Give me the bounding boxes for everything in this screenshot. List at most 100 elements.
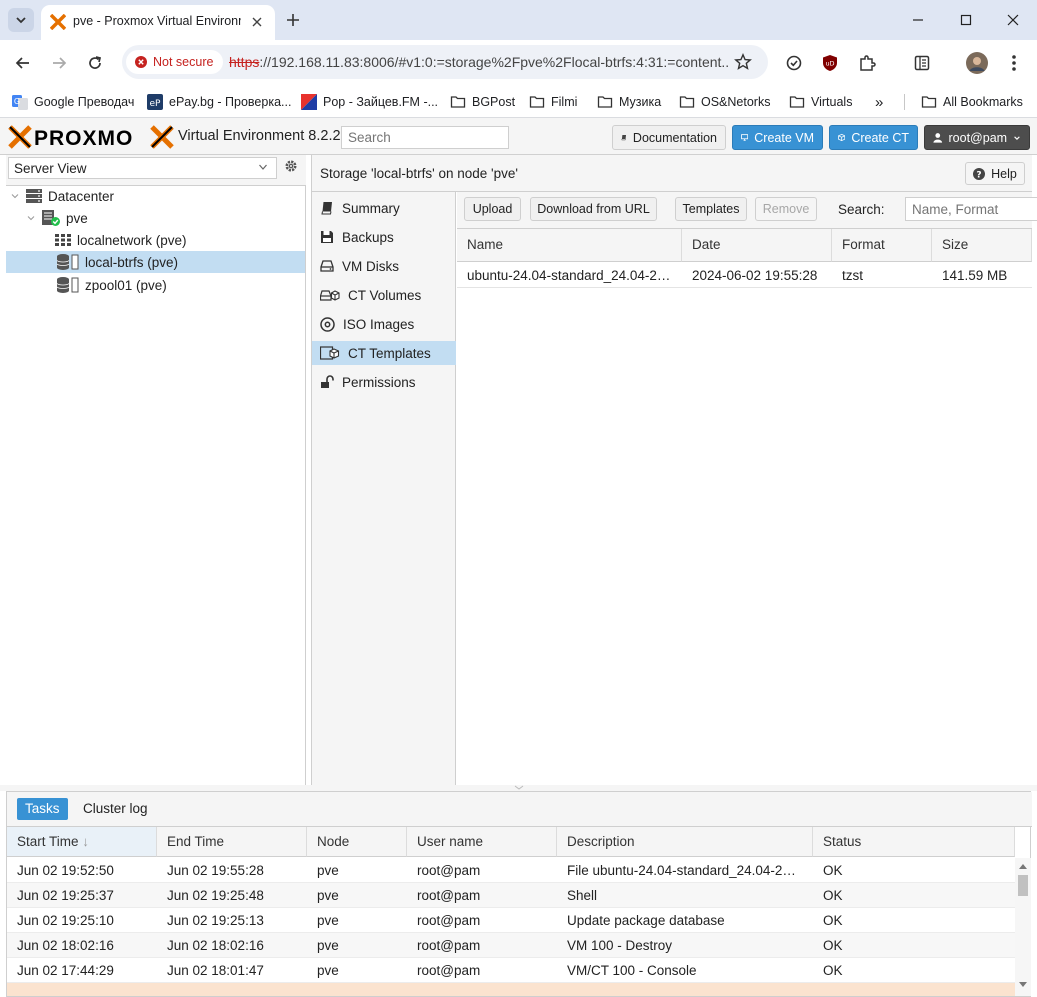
help-button[interactable]: ? Help [965, 162, 1025, 185]
folder-icon [789, 96, 805, 108]
column-header-node[interactable]: Node [307, 827, 407, 857]
chevron-down-icon [16, 17, 26, 24]
global-search-input[interactable] [341, 126, 509, 149]
window-close-icon[interactable] [1003, 10, 1023, 30]
menu-item-label: Summary [342, 200, 400, 216]
log-scrollbar[interactable] [1015, 858, 1031, 996]
remove-button[interactable]: Remove [755, 197, 817, 221]
ublock-icon[interactable]: uD [819, 52, 841, 74]
menu-item-iso-images[interactable]: ISO Images [312, 312, 456, 336]
browser-tab-active[interactable]: pve - Proxmox Virtual Environment [41, 5, 275, 40]
column-header-user[interactable]: User name [407, 827, 557, 857]
column-header-status[interactable]: Status [813, 827, 1015, 857]
create-vm-button[interactable]: Create VM [732, 125, 823, 150]
reading-list-icon[interactable] [911, 52, 933, 74]
menu-item-label: Backups [342, 229, 394, 245]
forward-icon[interactable] [48, 52, 70, 74]
epay-icon: eP [147, 94, 163, 110]
task-end: Jun 02 18:02:16 [167, 938, 264, 953]
column-header-description[interactable]: Description [557, 827, 813, 857]
svg-text:?: ? [977, 170, 982, 180]
profile-avatar[interactable] [966, 52, 988, 74]
column-header-start-time[interactable]: Start Time ↓ [7, 827, 157, 857]
version-label: Virtual Environment 8.2.2 [178, 128, 341, 144]
book-icon [621, 134, 627, 141]
tree-node-pve[interactable]: pve [26, 207, 88, 229]
chevron-down-icon[interactable] [258, 162, 268, 172]
upload-button[interactable]: Upload [464, 197, 521, 221]
storage-panel: Storage 'local-btrfs' on node 'pve' ? He… [311, 155, 1037, 785]
extensions-icon[interactable] [856, 52, 878, 74]
create-ct-button[interactable]: Create CT [829, 125, 918, 150]
all-bookmarks-button[interactable]: All Bookmarks [921, 91, 1023, 113]
bookmark-item[interactable]: Filmi [529, 91, 577, 113]
tree-node-zpool01[interactable]: zpool01 (pve) [56, 274, 167, 296]
scroll-down-icon[interactable] [1019, 982, 1027, 988]
bookmark-item[interactable]: OS&Netorks [679, 91, 770, 113]
bookmark-item[interactable]: Pop - Зайцев.FM -... [301, 91, 438, 113]
download-url-button[interactable]: Download from URL [530, 197, 657, 221]
omnibox[interactable]: Not secure https://192.168.11.83:8006/#v… [122, 45, 768, 79]
back-icon[interactable] [12, 52, 34, 74]
view-selector-bar: Server View [6, 155, 306, 186]
search-input[interactable] [905, 197, 1037, 221]
new-tab-icon[interactable] [283, 10, 303, 30]
bookmark-item[interactable]: eP ePay.bg - Проверка... [147, 91, 291, 113]
task-row[interactable]: Jun 02 17:44:29 Jun 02 18:01:47 pve root… [7, 958, 1015, 983]
task-row[interactable]: Jun 02 19:25:37 Jun 02 19:25:48 pve root… [7, 883, 1015, 908]
bookmark-label: Музика [619, 95, 662, 109]
bookmark-item[interactable]: Музика [597, 91, 661, 113]
tab-tasks[interactable]: Tasks [17, 798, 68, 820]
minimize-icon[interactable] [908, 10, 928, 30]
menu-item-summary[interactable]: Summary [312, 196, 456, 220]
bookmark-item[interactable]: Virtuals [789, 91, 852, 113]
ct-templates-content: Upload Download from URL Templates Remov… [457, 192, 1037, 785]
kebab-menu-icon[interactable] [1003, 52, 1025, 74]
close-tab-icon[interactable] [249, 14, 265, 30]
not-secure-chip[interactable]: Not secure [126, 50, 224, 74]
task-start: Jun 02 19:25:37 [17, 888, 114, 903]
column-header-name[interactable]: Name [457, 229, 682, 262]
create-vm-label: Create VM [754, 130, 814, 145]
table-row[interactable]: ubuntu-24.04-standard_24.04-2_amd64.tar.… [457, 263, 1032, 288]
page-title: Storage 'local-btrfs' on node 'pve' [320, 166, 518, 181]
proxmox-logo[interactable]: PROXMO [8, 125, 176, 149]
task-row-partial[interactable] [7, 983, 1015, 996]
bookmark-star-icon[interactable] [734, 53, 752, 71]
chevron-down-icon [11, 194, 19, 199]
task-row[interactable]: Jun 02 18:02:16 Jun 02 18:02:16 pve root… [7, 933, 1015, 958]
tab-search-button[interactable] [8, 8, 34, 32]
menu-item-backups[interactable]: Backups [312, 225, 456, 249]
maximize-icon[interactable] [956, 10, 976, 30]
tree-node-local-btrfs[interactable]: local-btrfs (pve) [56, 251, 178, 273]
resource-tree-panel: Server View Datacenter pve localnetwork … [6, 155, 306, 785]
bookmark-item[interactable]: G Google Преводач [12, 91, 134, 113]
sync-icon[interactable] [783, 52, 805, 74]
url-text[interactable]: https://192.168.11.83:8006/#v1:0:=storag… [229, 54, 729, 70]
column-header-size[interactable]: Size [932, 229, 1032, 262]
scroll-up-icon[interactable] [1019, 863, 1027, 869]
column-header-date[interactable]: Date [682, 229, 832, 262]
scroll-thumb[interactable] [1018, 875, 1028, 896]
more-bookmarks-button[interactable]: » [875, 91, 883, 113]
tab-cluster-log[interactable]: Cluster log [75, 798, 156, 820]
menu-item-vm-disks[interactable]: VM Disks [312, 254, 456, 278]
documentation-button[interactable]: Documentation [612, 125, 726, 150]
menu-item-ct-templates[interactable]: CT Templates [312, 341, 456, 365]
server-view-select[interactable]: Server View [8, 157, 277, 179]
template-format: tzst [842, 268, 864, 283]
user-menu-button[interactable]: root@pam [924, 125, 1030, 150]
tree-node-datacenter[interactable]: Datacenter [10, 185, 114, 207]
gear-icon[interactable] [284, 159, 298, 173]
task-row[interactable]: Jun 02 19:52:50 Jun 02 19:55:28 pve root… [7, 858, 1015, 883]
column-header-format[interactable]: Format [832, 229, 932, 262]
column-header-end-time[interactable]: End Time [157, 827, 307, 857]
menu-item-ct-volumes[interactable]: CT Volumes [312, 283, 456, 307]
menu-item-permissions[interactable]: Permissions [312, 370, 456, 394]
tree-node-localnetwork[interactable]: localnetwork (pve) [54, 229, 187, 251]
task-row[interactable]: Jun 02 19:25:10 Jun 02 19:25:13 pve root… [7, 908, 1015, 933]
search-label: Search: [838, 202, 885, 217]
templates-button[interactable]: Templates [675, 197, 747, 221]
reload-icon[interactable] [84, 52, 106, 74]
bookmark-item[interactable]: BGPost [450, 91, 515, 113]
